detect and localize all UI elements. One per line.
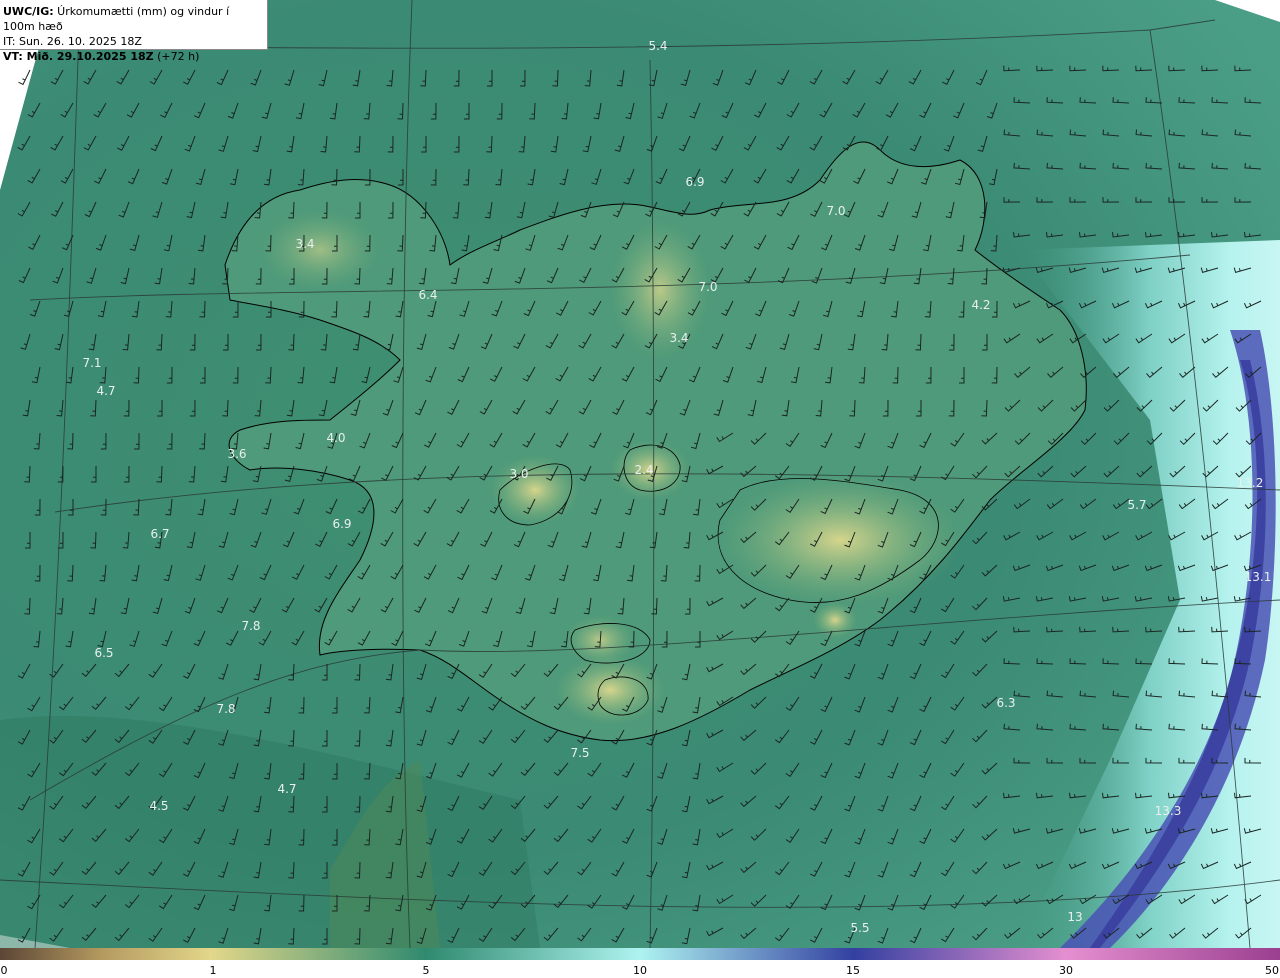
precip-value-label: 5.7 bbox=[1127, 498, 1146, 512]
precip-value-label: 13.2 bbox=[1237, 476, 1264, 490]
precip-value-label: 6.7 bbox=[150, 527, 169, 541]
header-title-line: UWC/IG: Úrkomumætti (mm) og vindur í 100… bbox=[3, 4, 264, 34]
precip-value-label: 3.4 bbox=[669, 331, 688, 345]
colorbar-tick-label: 50 bbox=[1265, 964, 1279, 977]
precip-value-label: 6.9 bbox=[685, 175, 704, 189]
colorbar-tick-label: 30 bbox=[1059, 964, 1073, 977]
precip-value-label: 4.7 bbox=[96, 384, 115, 398]
precip-value-label: 7.0 bbox=[698, 280, 717, 294]
model-tag: UWC/IG: bbox=[3, 5, 54, 18]
precip-value-label: 5.4 bbox=[648, 39, 667, 53]
precip-value-label: 4.7 bbox=[277, 782, 296, 796]
colorbar-tick-label: 5 bbox=[422, 964, 430, 977]
precip-value-label: 3.6 bbox=[227, 447, 246, 461]
precip-value-label: 7.8 bbox=[241, 619, 260, 633]
forecast-map: 5.4 6.9 7.0 3.4 6.4 7.0 3.4 4.2 7.1 4.7 4.0 3.6 3.0 2… bbox=[0, 0, 1280, 948]
colorbar-tick-label: 10 bbox=[633, 964, 647, 977]
colorbar-tick-label: 0 bbox=[0, 964, 8, 977]
init-time: IT: Sun. 26. 10. 2025 18Z bbox=[3, 35, 142, 48]
precip-value-label: 6.3 bbox=[996, 696, 1015, 710]
precip-value-label: 7.8 bbox=[216, 702, 235, 716]
precip-value-label: 7.1 bbox=[82, 356, 101, 370]
precip-value-label: 3.0 bbox=[509, 467, 528, 481]
precip-value-label: 13.1 bbox=[1245, 570, 1272, 584]
map-header: UWC/IG: Úrkomumætti (mm) og vindur í 100… bbox=[0, 0, 268, 63]
precip-value-label: 6.9 bbox=[332, 517, 351, 531]
colorbar: 0 1 5 10 15 30 50 bbox=[0, 948, 1280, 978]
precip-value-label: 3.4 bbox=[295, 237, 314, 251]
precip-value-label: 7.0 bbox=[826, 204, 845, 218]
precip-value-label: 13 bbox=[1067, 910, 1082, 924]
precip-value-label: 4.2 bbox=[971, 298, 990, 312]
precip-value-label: 6.4 bbox=[418, 288, 437, 302]
colorbar-tick-label: 1 bbox=[209, 964, 217, 977]
colorbar-gradient bbox=[0, 948, 1280, 960]
valid-time: VT: Mið. 29.10.2025 18Z bbox=[3, 50, 154, 63]
lead-time: (+72 h) bbox=[153, 50, 200, 63]
precip-value-label: 13.3 bbox=[1155, 804, 1182, 818]
precip-value-label: 4.5 bbox=[149, 799, 168, 813]
valid-time-line: VT: Mið. 29.10.2025 18Z (+72 h) bbox=[3, 49, 264, 64]
precip-value-label: 2.4 bbox=[634, 463, 653, 477]
precip-value-label: 4.0 bbox=[326, 431, 345, 445]
precip-value-label: 6.5 bbox=[94, 646, 113, 660]
precip-value-label: 5.5 bbox=[850, 921, 869, 935]
precip-value-label: 7.5 bbox=[570, 746, 589, 760]
colorbar-tick-label: 15 bbox=[846, 964, 860, 977]
